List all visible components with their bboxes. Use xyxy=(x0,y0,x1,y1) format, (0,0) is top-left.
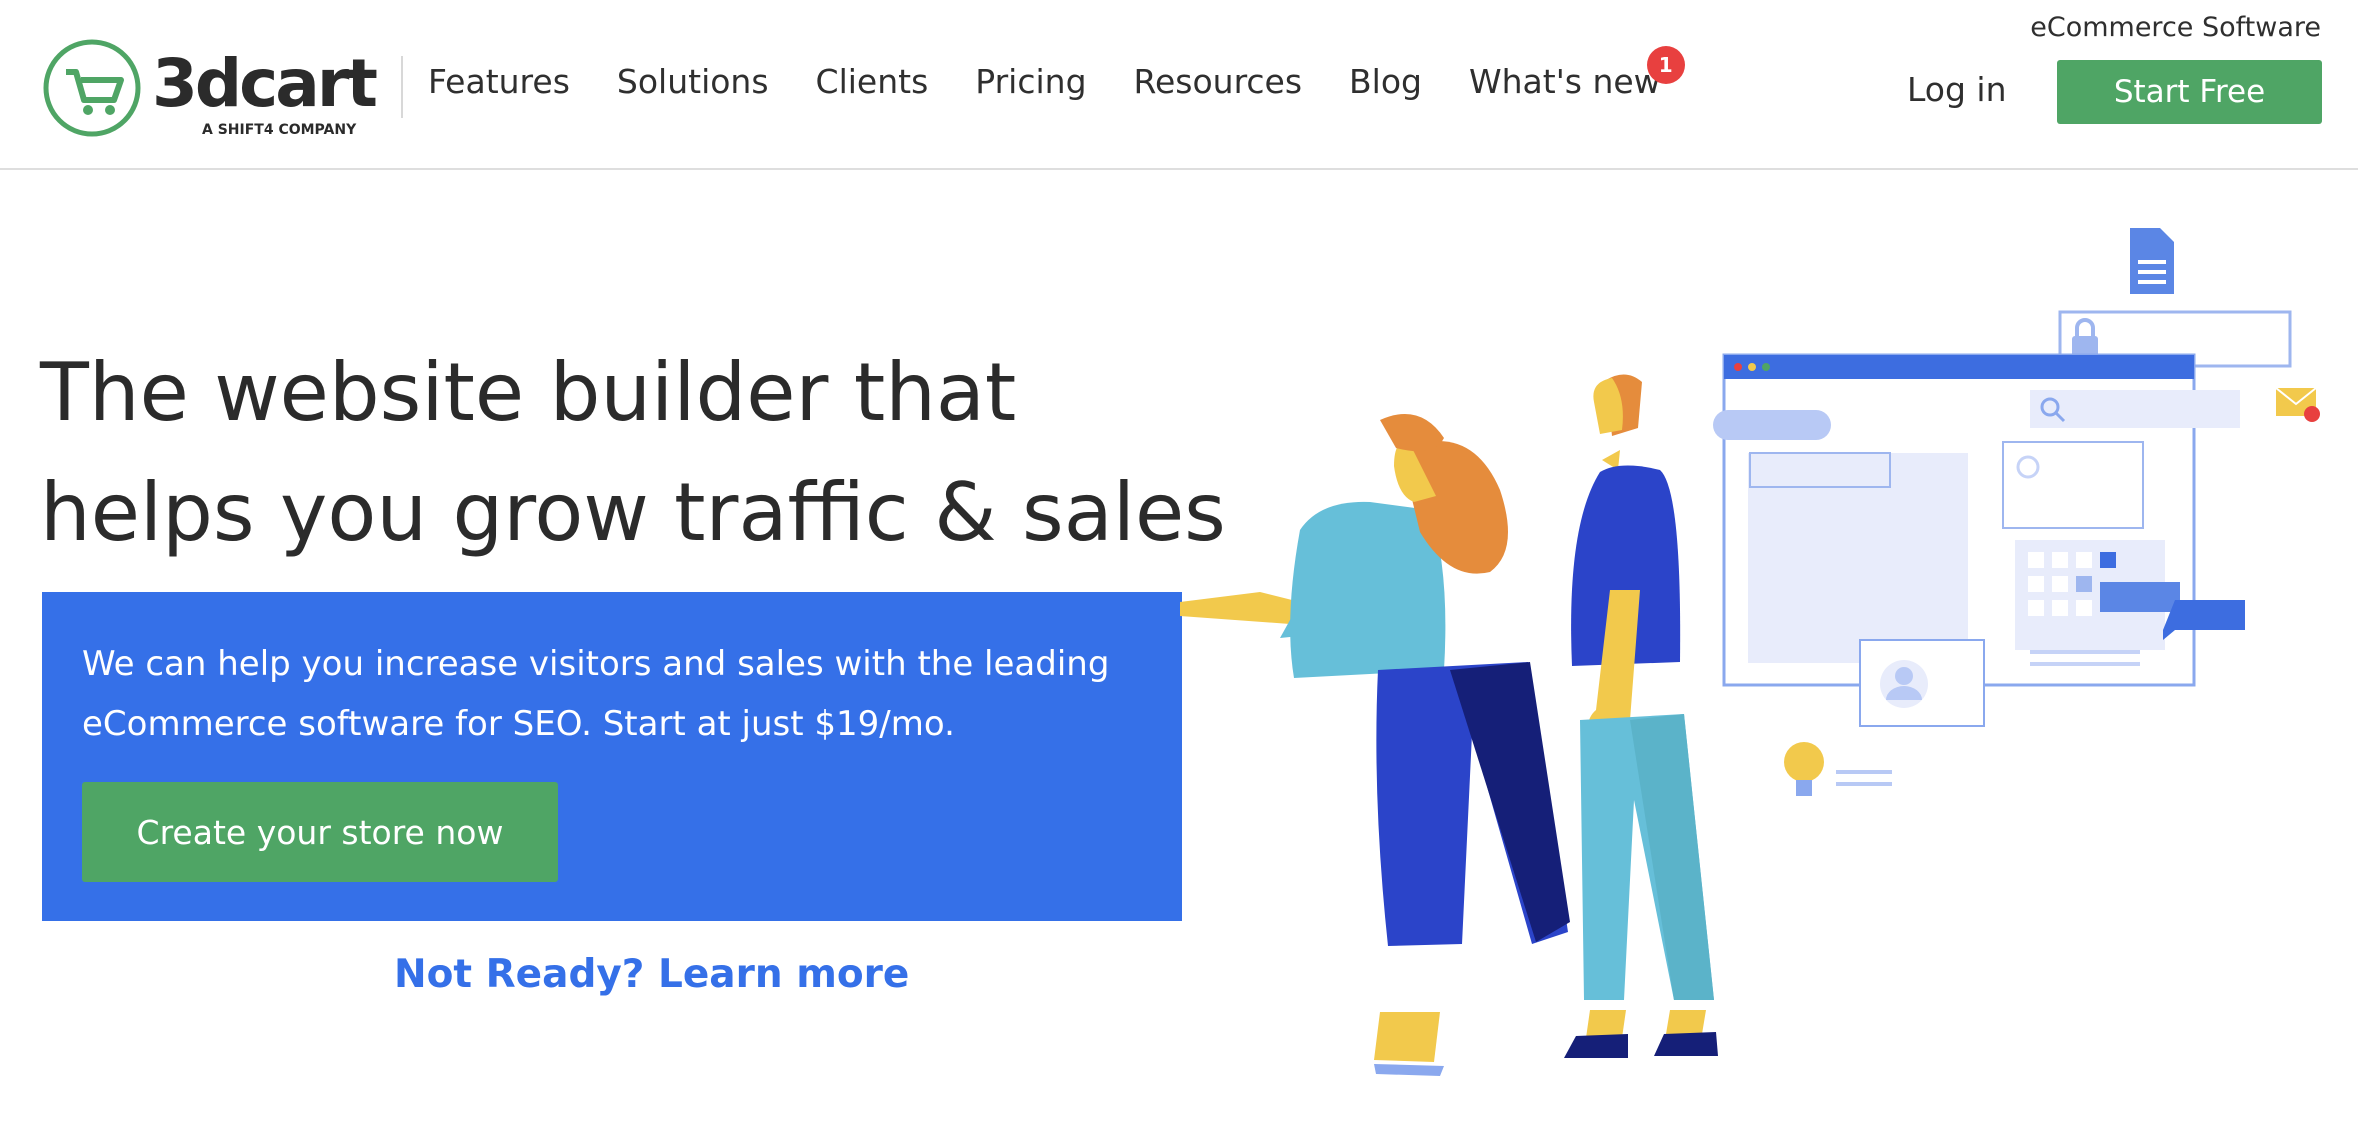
woman-figure xyxy=(1180,414,1570,1076)
nav-resources[interactable]: Resources xyxy=(1134,62,1303,101)
hero-title-line-2: helps you grow traffic & sales xyxy=(40,466,1226,559)
nav-features[interactable]: Features xyxy=(428,62,570,101)
login-link[interactable]: Log in xyxy=(1907,70,2007,109)
hero-title: The website builder that helps you grow … xyxy=(40,333,1240,573)
hero-title-line-1: The website builder that xyxy=(40,346,1017,439)
main-nav: Features Solutions Clients Pricing Resou… xyxy=(428,46,1708,101)
lightbulb-icon xyxy=(1784,742,1892,796)
notification-badge: 1 xyxy=(1646,46,1685,84)
nav-blog[interactable]: Blog xyxy=(1349,62,1422,101)
nav-solutions[interactable]: Solutions xyxy=(617,62,769,101)
site-header: 3dcart A SHIFT4 COMPANY Features Solutio… xyxy=(0,0,2358,170)
header-tagline: eCommerce Software xyxy=(2030,12,2321,43)
logo-subtext: A SHIFT4 COMPANY xyxy=(202,122,357,138)
document-icon xyxy=(2130,228,2174,294)
cart-logo-icon xyxy=(43,39,141,137)
man-figure xyxy=(1564,374,1718,1058)
mail-icon xyxy=(2275,387,2320,422)
nav-whats-new[interactable]: What's new 1 xyxy=(1469,46,1685,101)
logo-wordmark: 3dcart xyxy=(152,45,377,122)
brand-logo[interactable]: 3dcart A SHIFT4 COMPANY xyxy=(42,38,382,142)
user-avatar-icon xyxy=(1880,660,1928,708)
start-free-button[interactable]: Start Free xyxy=(2057,60,2322,124)
learn-more-link[interactable]: Not Ready? Learn more xyxy=(394,952,909,997)
create-store-button[interactable]: Create your store now xyxy=(82,782,558,882)
nav-clients[interactable]: Clients xyxy=(816,62,929,101)
nav-pricing[interactable]: Pricing xyxy=(975,62,1086,101)
logo-divider xyxy=(401,56,403,118)
nav-whats-new-label: What's new xyxy=(1469,62,1661,101)
hero-description: We can help you increase visitors and sa… xyxy=(82,644,1110,744)
hero-promo-box: We can help you increase visitors and sa… xyxy=(42,592,1182,921)
hero-illustration xyxy=(1180,228,2320,1076)
